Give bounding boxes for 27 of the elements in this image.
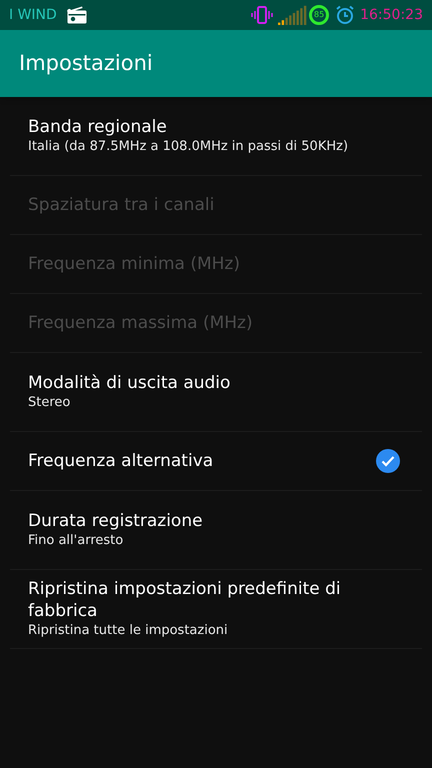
setting-summary: Ripristina tutte le impostazioni [28, 622, 229, 640]
setting-title: Spaziatura tra i canali [28, 194, 216, 216]
setting-title: Ripristina impostazioni predefinite di fabbrica [28, 578, 342, 622]
settings-item[interactable]: Ripristina impostazioni predefinite di fabbrica Ripristina tutte le impostazioni [10, 570, 422, 649]
check-icon [381, 455, 395, 467]
carrier-name: I WIND [9, 6, 57, 24]
settings-item[interactable]: Modalità di uscita audio Stereo [10, 353, 422, 432]
clock-time: 16:50:23 [360, 6, 423, 24]
battery-indicator: 85 [309, 5, 330, 25]
setting-title: Banda regionale [28, 116, 168, 138]
settings-item[interactable]: Banda regionale Italia (da 87.5MHz a 108.0MHz in passi di 50KHz) [10, 97, 422, 176]
settings-item[interactable]: Durata registrazione Fino all'arresto [10, 491, 422, 570]
checkbox[interactable] [376, 449, 400, 473]
vibrate-icon [251, 6, 274, 24]
radio-icon [66, 6, 87, 24]
setting-title: Modalità di uscita audio [28, 372, 232, 394]
setting-summary: Fino all'arresto [28, 532, 124, 550]
signal-icon [278, 5, 308, 25]
setting-title: Frequenza alternativa [28, 450, 214, 472]
settings-item[interactable]: Frequenza alternativa [10, 432, 422, 491]
setting-title: Frequenza minima (MHz) [28, 253, 241, 275]
setting-title: Durata registrazione [28, 510, 204, 532]
alarm-clock-icon [335, 5, 356, 25]
setting-title: Frequenza massima (MHz) [28, 312, 254, 334]
app-bar-title: Impostazioni [19, 50, 153, 77]
setting-summary: Italia (da 87.5MHz a 108.0MHz in passi di 50KHz) [28, 138, 350, 156]
setting-summary: Stereo [28, 394, 72, 412]
